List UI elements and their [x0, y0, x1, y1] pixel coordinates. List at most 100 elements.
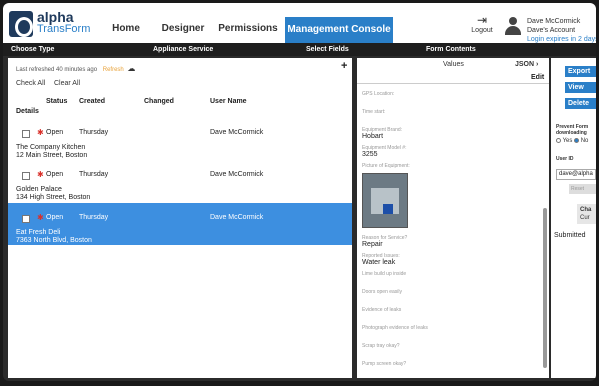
radio-no-label: No: [580, 138, 589, 145]
edit-button[interactable]: Edit: [531, 74, 544, 81]
row-status: Open: [46, 171, 64, 178]
add-button[interactable]: +: [341, 60, 347, 72]
logout-icon: ⇥: [476, 13, 488, 27]
submitted-label: Submitted: [554, 232, 586, 239]
prevent-radio-group: Yes No: [556, 138, 588, 144]
current-label: Cur: [580, 215, 590, 221]
form-scrollbar[interactable]: [543, 208, 547, 368]
row-address: 12 Main Street, Boston: [16, 152, 88, 159]
view-button[interactable]: View: [565, 82, 596, 93]
change-label: Cha: [580, 207, 592, 213]
radio-yes-label: Yes: [562, 138, 573, 145]
field-brand-value: Hobart: [362, 133, 384, 140]
field-q3-label: Evidence of leaks: [362, 307, 402, 313]
row-address: 134 High Street, Boston: [16, 194, 91, 201]
nav-management-console[interactable]: Management Console: [285, 17, 393, 43]
row-created: Thursday: [79, 214, 109, 221]
row-user: Dave McCormick: [210, 214, 264, 221]
cloud-refresh-icon[interactable]: ☁: [127, 64, 135, 73]
top-bar: alpha TransForm Home Designer Permission…: [3, 3, 596, 43]
user-name: Dave McCormick: [527, 18, 581, 25]
row-checkbox[interactable]: [22, 130, 30, 138]
field-model-value: 3255: [362, 151, 378, 158]
column-header-bar: Choose Type Appliance Service Select Fie…: [3, 43, 596, 56]
export-button[interactable]: Export: [565, 66, 596, 77]
header-choose-type: Choose Type: [11, 46, 55, 53]
prevent-label-line2: downloading: [556, 130, 587, 136]
column-user-name[interactable]: User Name: [210, 98, 247, 105]
radio-yes[interactable]: [556, 138, 561, 143]
row-status: Open: [46, 129, 64, 136]
equipment-photo[interactable]: [362, 173, 408, 228]
form-contents-panel: Values JSON › Edit GPS Location: Time st…: [357, 58, 549, 378]
field-q1-label: Lime build up inside: [362, 271, 407, 277]
logout-label: Logout: [471, 27, 493, 34]
details-label: Details: [16, 108, 39, 115]
field-q6-label: Pump screen okay?: [362, 361, 407, 367]
field-q2-label: Doors open easily: [362, 289, 403, 295]
nav-designer[interactable]: Designer: [155, 15, 211, 43]
nav-permissions[interactable]: Permissions: [213, 15, 283, 43]
row-details: The Company Kitchen 12 Main Street, Bost…: [16, 144, 87, 160]
row-status: Open: [46, 214, 64, 221]
field-gps-label: GPS Location:: [362, 91, 395, 97]
row-business-name: Golden Palace: [16, 186, 62, 193]
field-reason-value: Repair: [362, 241, 383, 248]
row-address: 7363 North Blvd, Boston: [16, 237, 92, 244]
user-account: Dave's Account: [527, 27, 576, 34]
user-info: Dave McCormick Dave's Account Login expi…: [527, 17, 596, 44]
user-id-label: User ID: [556, 156, 574, 162]
check-all-button[interactable]: Check All: [16, 80, 45, 87]
column-changed[interactable]: Changed: [144, 98, 174, 105]
form-contents-toolbar: Values JSON › Edit: [357, 58, 549, 84]
table-row-selected[interactable]: ✱ Open Thursday Dave McCormick Eat Fresh…: [8, 203, 352, 245]
logout-button[interactable]: ⇥ Logout: [465, 13, 499, 34]
nav-home[interactable]: Home: [99, 15, 153, 43]
delete-button[interactable]: Delete: [565, 98, 596, 109]
row-checkbox[interactable]: [22, 172, 30, 180]
chevron-right-icon: ›: [536, 61, 539, 68]
row-checkbox[interactable]: [22, 215, 30, 223]
row-user: Dave McCormick: [210, 129, 264, 136]
row-user: Dave McCormick: [210, 171, 264, 178]
row-business-name: The Company Kitchen: [16, 144, 86, 151]
refresh-text: Last refreshed 40 minutes ago: [16, 67, 98, 73]
values-tab[interactable]: Values: [443, 61, 464, 68]
header-form-contents: Form Contents: [426, 46, 476, 53]
field-time-start-label: Time start:: [362, 109, 386, 115]
avatar[interactable]: [505, 17, 521, 35]
field-q5-label: Scrap tray okay?: [362, 343, 400, 349]
refresh-link[interactable]: Refresh: [103, 67, 124, 73]
required-star-icon: ✱: [37, 213, 44, 222]
logo[interactable]: alpha TransForm: [9, 9, 93, 39]
clear-all-button[interactable]: Clear All: [54, 80, 80, 87]
row-business-name: Eat Fresh Deli: [16, 229, 61, 236]
column-status[interactable]: Status: [46, 98, 67, 105]
json-label: JSON: [515, 61, 535, 68]
row-details: Golden Palace 134 High Street, Boston: [16, 186, 90, 202]
column-created[interactable]: Created: [79, 98, 105, 105]
row-details: Eat Fresh Deli 7363 North Blvd, Boston: [16, 229, 92, 245]
table-row[interactable]: ✱ Open Thursday Dave McCormick The Compa…: [8, 118, 352, 160]
field-picture-label: Picture of Equipment:: [362, 163, 410, 169]
header-select-fields[interactable]: Select Fields: [306, 43, 349, 56]
actions-panel: Export View Delete Prevent Form download…: [551, 58, 596, 378]
change-panel: Cha Cur: [577, 204, 596, 224]
json-tab[interactable]: JSON ›: [515, 61, 538, 68]
refresh-status: Last refreshed 40 minutes ago Refresh ☁: [16, 64, 135, 73]
submission-list-panel: Last refreshed 40 minutes ago Refresh ☁ …: [8, 58, 352, 378]
app-screen: alpha TransForm Home Designer Permission…: [3, 3, 596, 381]
field-issue-value: Water leak: [362, 259, 396, 266]
user-id-field[interactable]: dave@alpha: [556, 169, 596, 180]
row-created: Thursday: [79, 171, 109, 178]
required-star-icon: ✱: [37, 128, 44, 137]
radio-no[interactable]: [574, 138, 580, 143]
header-appliance-service: Appliance Service: [153, 46, 214, 53]
required-star-icon: ✱: [37, 170, 44, 179]
table-row[interactable]: ✱ Open Thursday Dave McCormick Golden Pa…: [8, 160, 352, 202]
row-created: Thursday: [79, 129, 109, 136]
reset-button[interactable]: Reset: [569, 184, 596, 194]
field-q4-label: Photograph evidence of leaks: [362, 325, 428, 331]
logo-text-transform: TransForm: [37, 23, 91, 35]
logo-mark-icon: [9, 11, 33, 37]
